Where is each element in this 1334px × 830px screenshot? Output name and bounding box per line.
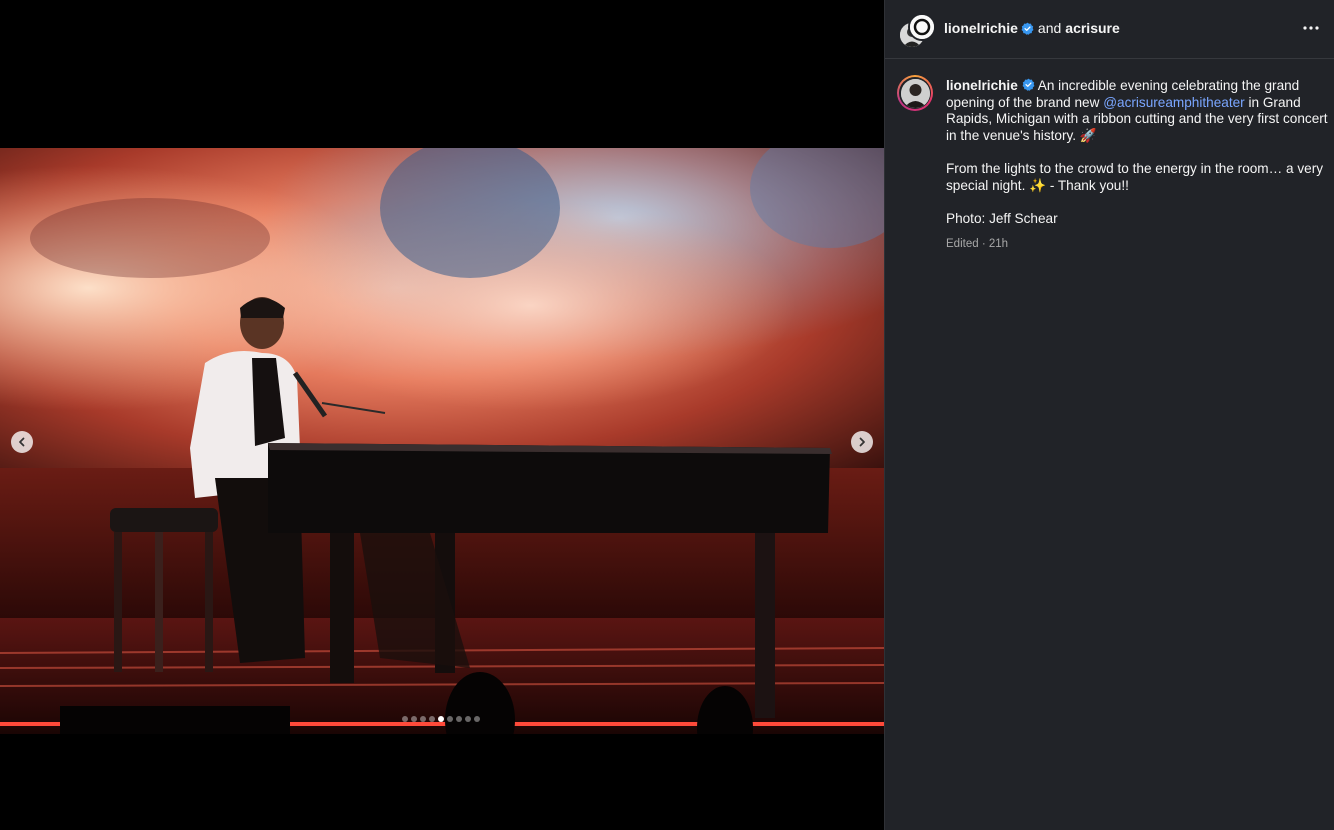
collaborator-username[interactable]: acrisure bbox=[1065, 19, 1119, 37]
avatar-collaborator[interactable] bbox=[908, 13, 936, 41]
post-timestamp[interactable]: 21h bbox=[989, 238, 1008, 250]
carousel-dot bbox=[411, 716, 417, 722]
post-meta: Edited · 21h bbox=[946, 236, 1329, 253]
media-viewer bbox=[0, 0, 884, 830]
caption-text: lionelrichie An incredible evening celeb… bbox=[946, 78, 1329, 253]
carousel-indicator bbox=[402, 716, 480, 722]
carousel-dot bbox=[447, 716, 453, 722]
carousel-dot bbox=[429, 716, 435, 722]
author-username[interactable]: lionelrichie bbox=[944, 19, 1018, 37]
collab-names: lionelrichie and acrisure bbox=[944, 19, 1120, 37]
post-photo bbox=[0, 148, 884, 734]
next-slide-button[interactable] bbox=[851, 431, 873, 453]
carousel-dot bbox=[402, 716, 408, 722]
carousel-dot bbox=[474, 716, 480, 722]
post-details-panel: lionelrichie and acrisure lionelrichie A… bbox=[884, 0, 1334, 830]
collab-joiner: and bbox=[1037, 20, 1062, 36]
caption-avatar[interactable] bbox=[897, 75, 933, 111]
carousel-dot bbox=[465, 716, 471, 722]
meta-separator: · bbox=[981, 238, 986, 251]
verified-badge-icon bbox=[1021, 22, 1034, 35]
edited-label: Edited bbox=[946, 238, 979, 251]
more-options-icon bbox=[1303, 26, 1319, 30]
chevron-right-icon bbox=[859, 437, 865, 447]
mention-link[interactable]: @acrisureamphitheater bbox=[1103, 95, 1245, 110]
chevron-left-icon bbox=[19, 437, 25, 447]
more-options-button[interactable] bbox=[1300, 18, 1322, 38]
caption-paragraph-2: From the lights to the crowd to the ener… bbox=[946, 160, 1324, 193]
verified-badge-icon bbox=[1022, 78, 1035, 91]
photo-credit: Photo: Jeff Schear bbox=[946, 210, 1058, 226]
carousel-dot bbox=[438, 716, 444, 722]
post-header: lionelrichie and acrisure bbox=[885, 0, 1334, 59]
collab-avatars[interactable] bbox=[898, 13, 936, 49]
carousel-dot bbox=[456, 716, 462, 722]
carousel-dot bbox=[420, 716, 426, 722]
caption-username[interactable]: lionelrichie bbox=[946, 78, 1018, 93]
previous-slide-button[interactable] bbox=[11, 431, 33, 453]
